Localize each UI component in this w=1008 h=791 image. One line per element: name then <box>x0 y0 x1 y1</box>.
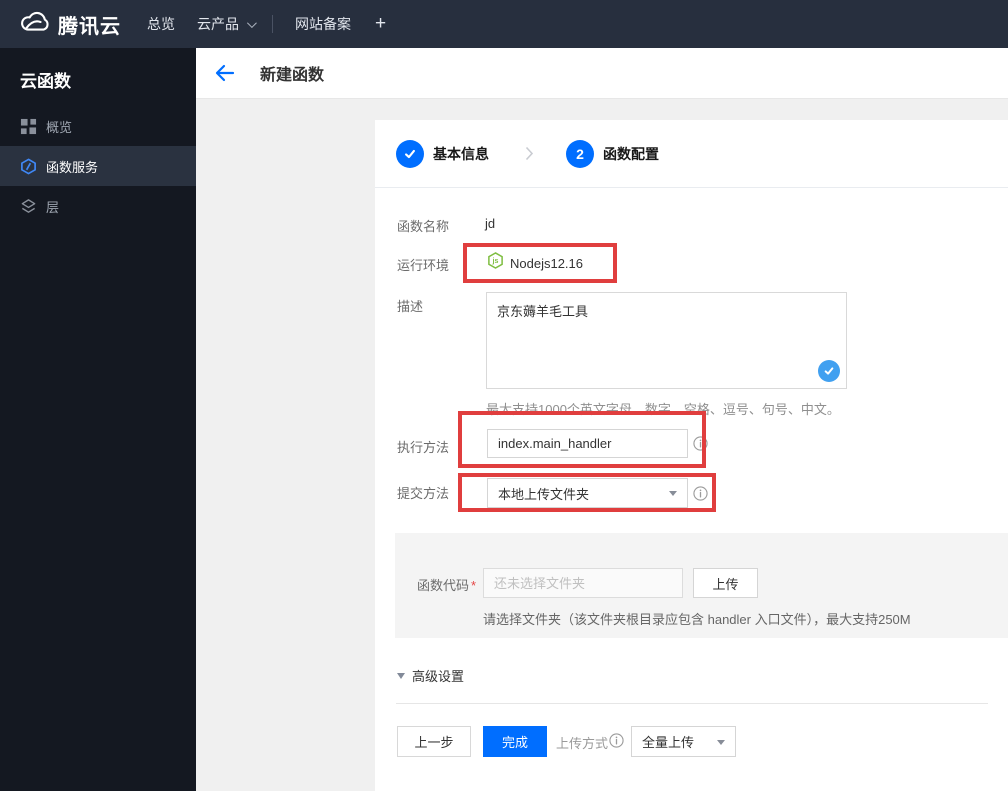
caret-down-icon <box>717 739 725 745</box>
svg-text:js: js <box>492 257 499 265</box>
step1-label: 基本信息 <box>433 145 489 162</box>
function-name-value: jd <box>485 216 496 231</box>
description-field-wrap: 京东薅羊毛工具 <box>486 292 847 389</box>
previous-step-button[interactable]: 上一步 <box>397 726 471 757</box>
function-code-label: 函数代码 * <box>417 578 477 593</box>
nav-add-button[interactable]: + <box>375 13 386 35</box>
page-title: 新建函数 <box>260 67 325 84</box>
function-name-label: 函数名称 <box>397 219 450 234</box>
handler-label: 执行方法 <box>397 440 450 455</box>
back-arrow-icon[interactable] <box>215 62 237 84</box>
runtime-value: Nodejs12.16 <box>510 255 583 271</box>
nodejs-icon: js <box>487 252 504 274</box>
create-function-card: 基本信息 2 函数配置 函数名称 jd 运行环境 js Nodejs12.16 … <box>375 120 1008 791</box>
brand-name: 腾讯云 <box>58 15 121 38</box>
upload-mode-value: 全量上传 <box>642 735 695 750</box>
advanced-settings-toggle[interactable]: 高级设置 <box>397 666 464 685</box>
cloud-logo-icon <box>16 9 50 39</box>
nav-item-overview[interactable]: 总览 <box>147 14 175 34</box>
chevron-down-icon <box>246 17 257 28</box>
description-textarea[interactable]: 京东薅羊毛工具 <box>486 292 847 389</box>
runtime-label: 运行环境 <box>397 258 450 273</box>
description-help-text: 最大支持1000个英文字母、数字、空格、逗号、句号、中文。 <box>486 402 840 417</box>
nav-divider <box>272 15 273 33</box>
sidebar-item-layers[interactable]: 层 <box>0 186 196 226</box>
layers-icon <box>20 198 37 215</box>
sidebar-item-label: 函数服务 <box>46 159 99 175</box>
upload-mode-select[interactable]: 全量上传 <box>631 726 736 757</box>
step-separator-icon <box>525 146 534 161</box>
submit-method-label: 提交方法 <box>397 486 450 501</box>
nav-item-cloud-products[interactable]: 云产品 <box>197 14 257 34</box>
sidebar-item-label: 层 <box>46 199 60 215</box>
folder-path-input[interactable] <box>483 568 683 598</box>
info-icon[interactable] <box>693 436 708 451</box>
function-code-section: 函数代码* 上传 请选择文件夹（该文件夹根目录应包含 handler 入口文件）… <box>395 533 1008 638</box>
tencent-cloud-logo[interactable]: 腾讯云 <box>16 9 121 39</box>
sidebar-title: 云函数 <box>20 72 71 91</box>
info-icon[interactable] <box>609 733 624 748</box>
footer-divider <box>396 703 988 704</box>
scf-hexagon-icon <box>20 157 37 175</box>
advanced-settings-label: 高级设置 <box>412 669 465 684</box>
submit-method-value: 本地上传文件夹 <box>498 486 590 502</box>
submit-method-select[interactable]: 本地上传文件夹 <box>487 478 688 508</box>
sidebar-item-overview[interactable]: 概览 <box>0 106 196 146</box>
sidebar-item-function-service[interactable]: 函数服务 <box>0 146 196 186</box>
triangle-down-icon <box>397 672 405 679</box>
page-header: 新建函数 <box>196 48 1008 99</box>
info-icon[interactable] <box>693 486 708 501</box>
caret-down-icon <box>669 491 677 496</box>
sidebar-item-label: 概览 <box>46 119 73 135</box>
upload-button[interactable]: 上传 <box>693 568 758 598</box>
handler-input[interactable] <box>487 429 688 458</box>
finish-button[interactable]: 完成 <box>483 726 547 757</box>
step1-done-icon <box>396 139 424 168</box>
function-code-help-text: 请选择文件夹（该文件夹根目录应包含 handler 入口文件），最大支持250M <box>483 612 911 627</box>
valid-check-icon <box>818 360 840 382</box>
top-navbar: 腾讯云 总览 云产品 网站备案 + <box>0 0 1008 48</box>
runtime-value-row: js Nodejs12.16 <box>487 248 583 278</box>
nav-item-icp-filing[interactable]: 网站备案 <box>295 14 351 34</box>
description-label: 描述 <box>397 299 424 314</box>
sidebar: 云函数 概览 函数服务 层 <box>0 48 196 791</box>
content-area: 基本信息 2 函数配置 函数名称 jd 运行环境 js Nodejs12.16 … <box>196 100 1008 791</box>
tencent-cloud-console: 腾讯云 总览 云产品 网站备案 + 云函数 概览 函数服务 层 新建函数 基本信… <box>0 0 1008 791</box>
upload-mode-label: 上传方式 <box>556 736 609 751</box>
step2-label: 函数配置 <box>603 145 659 162</box>
steps-indicator: 基本信息 2 函数配置 <box>375 120 1008 188</box>
required-asterisk: * <box>471 578 477 593</box>
step2-number: 2 <box>566 139 594 168</box>
grid-icon <box>20 118 37 135</box>
